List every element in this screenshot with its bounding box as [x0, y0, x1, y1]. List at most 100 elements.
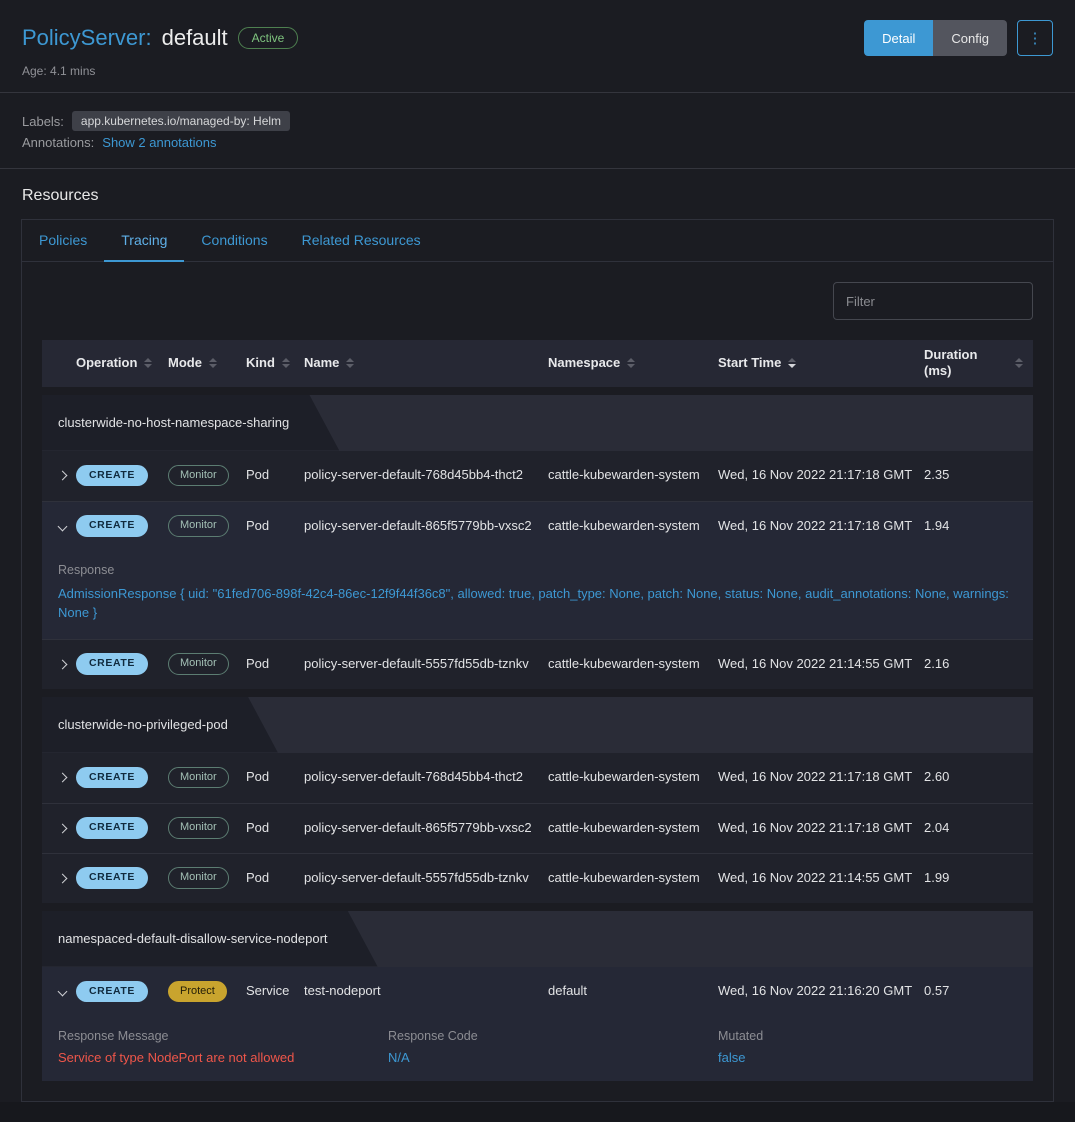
kind-cell: Pod — [246, 813, 304, 843]
table-header-row: Operation Mode Kind Name Namespace Start… — [42, 340, 1033, 387]
column-header-name[interactable]: Name — [304, 348, 548, 378]
mutated-label: Mutated — [718, 1029, 1017, 1043]
group-header: clusterwide-no-privileged-pod — [42, 697, 278, 753]
table-row[interactable]: CREATE Monitor Pod policy-server-default… — [42, 501, 1033, 551]
age-text: Age: 4.1 mins — [22, 64, 1053, 78]
page-title-name: default — [162, 25, 228, 51]
expand-chevron-icon[interactable] — [42, 460, 76, 490]
duration-cell: 1.99 — [924, 863, 1033, 893]
kind-cell: Service — [246, 976, 304, 1006]
group-header: clusterwide-no-host-namespace-sharing — [42, 395, 339, 451]
column-header-namespace[interactable]: Namespace — [548, 348, 718, 378]
table-row[interactable]: CREATE Monitor Pod policy-server-default… — [42, 853, 1033, 903]
namespace-cell: cattle-kubewarden-system — [548, 762, 718, 792]
mutated-block: Mutated false — [718, 1029, 1017, 1065]
tab-bar: Policies Tracing Conditions Related Reso… — [22, 220, 1053, 262]
start-time-cell: Wed, 16 Nov 2022 21:17:18 GMT — [718, 460, 924, 490]
labels-label: Labels: — [22, 114, 64, 129]
column-header-kind[interactable]: Kind — [246, 348, 304, 378]
tab-policies[interactable]: Policies — [22, 220, 104, 262]
kind-cell: Pod — [246, 460, 304, 490]
sort-carets-icon — [346, 358, 354, 368]
namespace-cell: cattle-kubewarden-system — [548, 511, 718, 541]
group-header: namespaced-default-disallow-service-node… — [42, 911, 378, 967]
kebab-menu-button[interactable]: ⋮ — [1017, 20, 1053, 56]
table-row[interactable]: CREATE Monitor Pod policy-server-default… — [42, 451, 1033, 501]
trace-group: clusterwide-no-host-namespace-sharing CR… — [42, 395, 1033, 689]
tab-conditions[interactable]: Conditions — [184, 220, 284, 262]
column-header-start-time[interactable]: Start Time — [718, 348, 924, 378]
start-time-cell: Wed, 16 Nov 2022 21:17:18 GMT — [718, 813, 924, 843]
duration-cell: 2.16 — [924, 649, 1033, 679]
sort-carets-icon — [144, 358, 152, 368]
mutated-value: false — [718, 1050, 1017, 1065]
operation-badge: CREATE — [76, 767, 148, 788]
response-code-label: Response Code — [388, 1029, 718, 1043]
name-cell: policy-server-default-768d45bb4-thct2 — [304, 762, 548, 792]
masthead: PolicyServer: default Active Detail Conf… — [0, 0, 1075, 93]
annotations-label: Annotations: — [22, 135, 94, 150]
duration-cell: 2.04 — [924, 813, 1033, 843]
expand-chevron-icon[interactable] — [42, 863, 76, 893]
start-time-cell: Wed, 16 Nov 2022 21:16:20 GMT — [718, 976, 924, 1006]
name-cell: policy-server-default-768d45bb4-thct2 — [304, 460, 548, 490]
kind-cell: Pod — [246, 863, 304, 893]
operation-badge: CREATE — [76, 653, 148, 674]
table-row[interactable]: CREATE Protect Service test-nodeport def… — [42, 967, 1033, 1017]
show-annotations-link[interactable]: Show 2 annotations — [102, 135, 216, 150]
group-header-band: clusterwide-no-privileged-pod — [42, 697, 1033, 753]
column-header-operation[interactable]: Operation — [76, 348, 168, 378]
name-cell: policy-server-default-5557fd55db-tznkv — [304, 649, 548, 679]
namespace-cell: cattle-kubewarden-system — [548, 649, 718, 679]
trace-group: clusterwide-no-privileged-pod CREATE Mon… — [42, 697, 1033, 903]
name-cell: policy-server-default-865f5779bb-vxsc2 — [304, 511, 548, 541]
row-expanded-detail: Response AdmissionResponse { uid: "61fed… — [42, 551, 1033, 639]
name-cell: policy-server-default-5557fd55db-tznkv — [304, 863, 548, 893]
page-title-type: PolicyServer: — [22, 25, 152, 51]
sort-carets-icon — [788, 358, 796, 368]
detail-button[interactable]: Detail — [864, 20, 933, 56]
mode-badge: Monitor — [168, 817, 229, 839]
response-code-value: N/A — [388, 1050, 718, 1065]
sort-carets-icon — [627, 358, 635, 368]
table-row[interactable]: CREATE Monitor Pod policy-server-default… — [42, 753, 1033, 803]
tab-related-resources[interactable]: Related Resources — [285, 220, 438, 262]
response-code-block: Response Code N/A — [388, 1029, 718, 1065]
response-message-block: Response Message Service of type NodePor… — [58, 1029, 388, 1065]
group-header-band: clusterwide-no-host-namespace-sharing — [42, 395, 1033, 451]
sort-carets-icon — [1015, 358, 1023, 368]
collapse-chevron-icon[interactable] — [42, 976, 76, 1006]
collapse-chevron-icon[interactable] — [42, 511, 76, 541]
expand-chevron-icon[interactable] — [42, 762, 76, 792]
tab-tracing[interactable]: Tracing — [104, 220, 184, 262]
mode-badge: Monitor — [168, 653, 229, 675]
trace-group: namespaced-default-disallow-service-node… — [42, 911, 1033, 1081]
kind-cell: Pod — [246, 511, 304, 541]
kind-cell: Pod — [246, 649, 304, 679]
namespace-cell: cattle-kubewarden-system — [548, 813, 718, 843]
column-header-mode[interactable]: Mode — [168, 348, 246, 378]
start-time-cell: Wed, 16 Nov 2022 21:14:55 GMT — [718, 863, 924, 893]
config-button[interactable]: Config — [933, 20, 1007, 56]
start-time-cell: Wed, 16 Nov 2022 21:14:55 GMT — [718, 649, 924, 679]
operation-badge: CREATE — [76, 867, 148, 888]
name-cell: policy-server-default-865f5779bb-vxsc2 — [304, 813, 548, 843]
response-text: AdmissionResponse { uid: "61fed706-898f-… — [58, 584, 1017, 623]
label-chip: app.kubernetes.io/managed-by: Helm — [72, 111, 290, 131]
start-time-cell: Wed, 16 Nov 2022 21:17:18 GMT — [718, 511, 924, 541]
mode-badge: Monitor — [168, 867, 229, 889]
name-cell: test-nodeport — [304, 976, 548, 1006]
mode-badge: Monitor — [168, 767, 229, 789]
expand-chevron-icon[interactable] — [42, 649, 76, 679]
operation-badge: CREATE — [76, 515, 148, 536]
operation-badge: CREATE — [76, 981, 148, 1002]
filter-input[interactable] — [833, 282, 1033, 320]
duration-cell: 0.57 — [924, 976, 1033, 1006]
table-row[interactable]: CREATE Monitor Pod policy-server-default… — [42, 803, 1033, 853]
table-row[interactable]: CREATE Monitor Pod policy-server-default… — [42, 639, 1033, 689]
column-header-duration[interactable]: Duration (ms) — [924, 340, 1033, 387]
expand-chevron-icon[interactable] — [42, 813, 76, 843]
namespace-cell: cattle-kubewarden-system — [548, 460, 718, 490]
group-header-band: namespaced-default-disallow-service-node… — [42, 911, 1033, 967]
response-label: Response — [58, 563, 1017, 577]
